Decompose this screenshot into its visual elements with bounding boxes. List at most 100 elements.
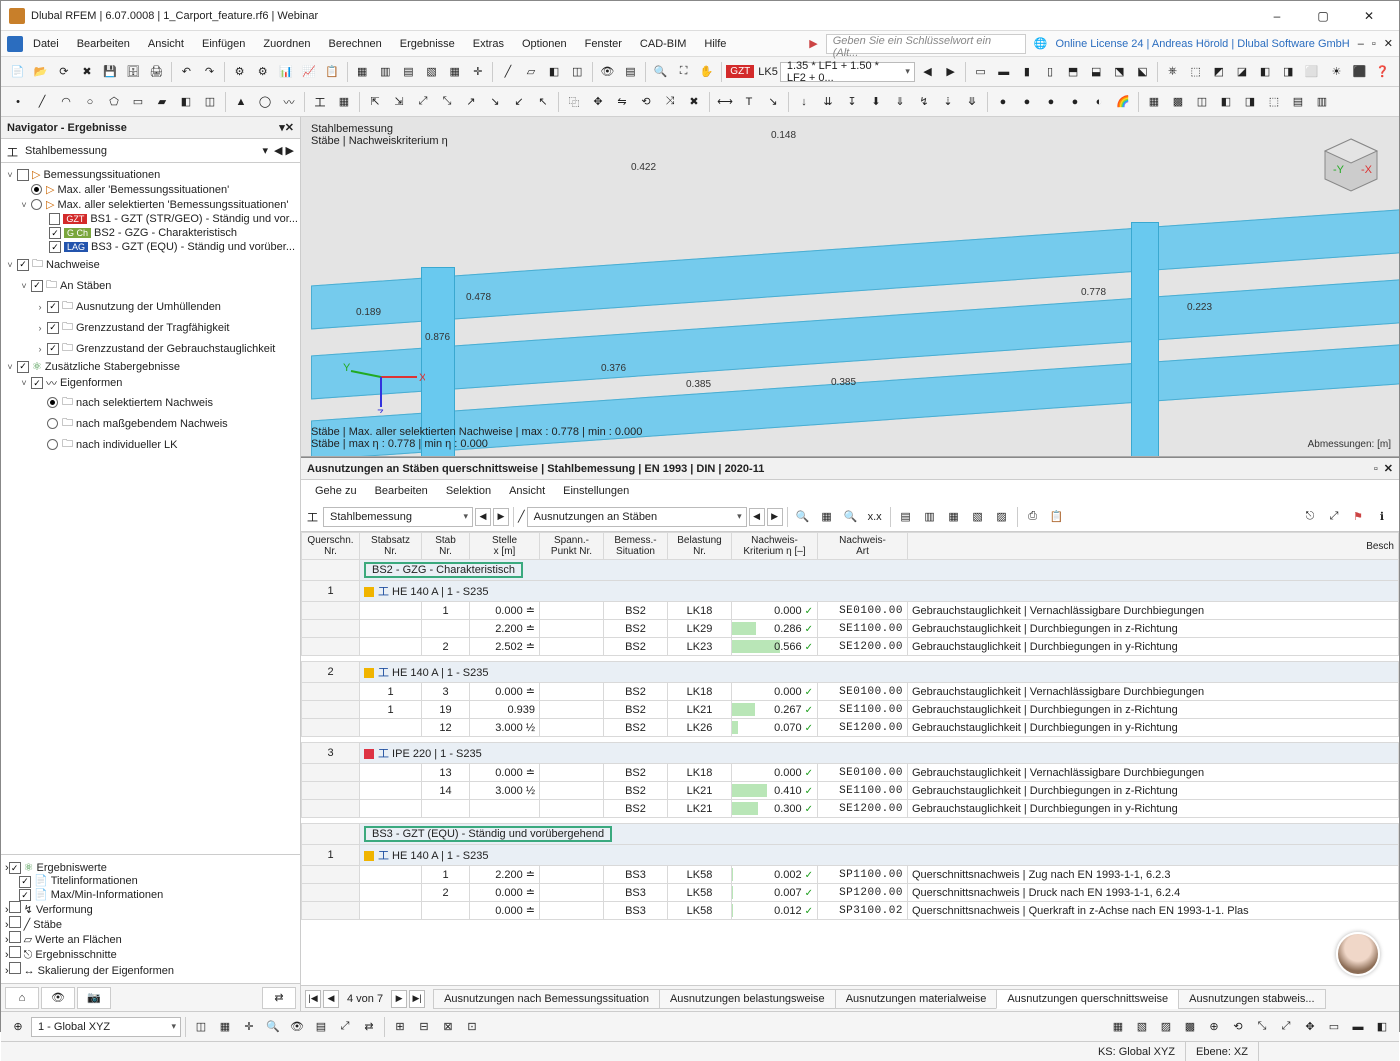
gradient-icon[interactable]: 🌈 [1112,91,1134,113]
rb5-icon[interactable]: ⬒ [1063,61,1084,83]
sb12-icon[interactable]: ⊡ [461,1016,483,1038]
zoom-fit-icon[interactable]: ⛶ [673,61,694,83]
sb4-icon[interactable]: 🔍 [262,1016,284,1038]
e1-icon[interactable]: ⇱ [364,91,386,113]
calc2-icon[interactable]: ⚙ [252,61,273,83]
sb1-icon[interactable]: ◫ [190,1016,212,1038]
hdr-belastung[interactable]: BelastungNr. [668,533,732,560]
m5-icon[interactable]: ◨ [1239,91,1261,113]
sb-end2-icon[interactable]: ▧ [1131,1016,1153,1038]
m1-icon[interactable]: ▦ [1143,91,1165,113]
m2-icon[interactable]: ▩ [1167,91,1189,113]
ext2-icon[interactable]: ⬚ [1185,61,1206,83]
table-row[interactable]: 2.200 ≐BS2LK290.286✓SE1100.00Gebrauchsta… [302,620,1399,638]
table-row[interactable]: 130.000 ≐BS2LK180.000✓SE0100.00Gebrauchs… [302,764,1399,782]
ttool8-icon[interactable]: ▧ [967,506,989,528]
new-icon[interactable]: 📄 [7,61,28,83]
circle-icon[interactable]: ○ [79,91,101,113]
menu-einfuegen[interactable]: Einfügen [194,35,253,53]
cs-icon[interactable]: ⊕ [7,1016,29,1038]
cube-icon[interactable]: ⬛ [1349,61,1370,83]
sb-end11-icon[interactable]: ▬ [1347,1016,1369,1038]
l3-icon[interactable]: ↧ [841,91,863,113]
app-menu-icon[interactable] [7,36,23,52]
hdr-besch[interactable]: Besch [908,533,1399,560]
table-design-combo[interactable]: Stahlbemessung [323,507,473,527]
maximize-button[interactable]: ▢ [1301,2,1345,30]
table-row[interactable]: 12.200 ≐BS3LK580.002✓SP1100.00Querschnit… [302,866,1399,884]
hdr-stabsatz[interactable]: StabsatzNr. [360,533,422,560]
reload-icon[interactable]: ⟳ [53,61,74,83]
mirror-icon[interactable]: ⇋ [611,91,633,113]
sb8-icon[interactable]: ⇄ [358,1016,380,1038]
table-row[interactable]: 2工 HE 140 A | 1 - S235 [302,662,1399,683]
grid-icon[interactable]: ▦ [444,61,465,83]
mdi-minimize-icon[interactable]: – [1358,38,1364,50]
table-row[interactable]: 123.000 ½BS2LK260.070✓SE1200.00Gebrauchs… [302,719,1399,737]
m7-icon[interactable]: ▤ [1287,91,1309,113]
view3-icon[interactable]: ▤ [398,61,419,83]
menu-zuordnen[interactable]: Zuordnen [255,35,318,53]
pg-next[interactable]: ▶ [391,990,407,1008]
layer-icon[interactable]: ▤ [620,61,641,83]
menu-ansicht[interactable]: Ansicht [140,35,192,53]
surf-icon[interactable]: ▰ [151,91,173,113]
ext4-icon[interactable]: ◪ [1231,61,1252,83]
table-row[interactable]: 10.000 ≐BS2LK180.000✓SE0100.00Gebrauchst… [302,602,1399,620]
rb4-icon[interactable]: ▯ [1039,61,1060,83]
node-icon[interactable]: • [7,91,29,113]
ttool11-icon[interactable]: 📋 [1046,506,1068,528]
next-lk-icon[interactable]: ▶ [940,61,961,83]
menu-cadbim[interactable]: CAD-BIM [632,35,694,53]
tc-prev[interactable]: ◀ [475,508,491,526]
e7-icon[interactable]: ↙ [508,91,530,113]
rb3-icon[interactable]: ▮ [1016,61,1037,83]
rot-icon[interactable]: ⟲ [635,91,657,113]
radio-max-all[interactable] [31,184,42,195]
redo-icon[interactable]: ↷ [199,61,220,83]
surface-icon[interactable]: ▱ [520,61,541,83]
table-row[interactable]: 143.000 ½BS2LK210.410✓SE1100.00Gebrauchs… [302,782,1399,800]
ttool7-icon[interactable]: ▦ [943,506,965,528]
tmenu-view[interactable]: Ansicht [501,482,553,500]
l1-icon[interactable]: ↓ [793,91,815,113]
tmenu-edit[interactable]: Bearbeiten [367,482,436,500]
menu-berechnen[interactable]: Berechnen [321,35,390,53]
save-all-icon[interactable]: 🗄 [123,61,144,83]
nav-tab-home[interactable]: ⌂ [5,987,39,1009]
l5-icon[interactable]: ⇓ [889,91,911,113]
arc-icon[interactable]: ◠ [55,91,77,113]
pan-icon[interactable]: ✋ [696,61,717,83]
hdr-bemess[interactable]: Bemess.-Situation [604,533,668,560]
print-icon[interactable]: 🖨 [146,61,167,83]
nav-close-icon[interactable]: ✕ [285,121,294,134]
report-icon[interactable]: 📋 [322,61,343,83]
table-row[interactable]: BS2LK210.300✓SE1200.00Gebrauchstauglichk… [302,800,1399,818]
tr-next[interactable]: ▶ [767,508,783,526]
table-row[interactable]: 3工 IPE 220 | 1 - S235 [302,743,1399,764]
l7-icon[interactable]: ⇣ [937,91,959,113]
e5-icon[interactable]: ↗ [460,91,482,113]
rb8-icon[interactable]: ⬕ [1132,61,1153,83]
table-row[interactable]: 0.000 ≐BS3LK580.012✓SP3100.02Querschnitt… [302,902,1399,920]
opening2-icon[interactable]: ◫ [199,91,221,113]
hinge-icon[interactable]: ◯ [254,91,276,113]
tr-prev[interactable]: ◀ [749,508,765,526]
view1-icon[interactable]: ▦ [352,61,373,83]
rb7-icon[interactable]: ⬔ [1109,61,1130,83]
text-icon[interactable]: T [738,91,760,113]
sb7-icon[interactable]: ⤢ [334,1016,356,1038]
m3-icon[interactable]: ◫ [1191,91,1213,113]
minimize-button[interactable]: – [1255,2,1299,30]
support-icon[interactable]: ▲ [230,91,252,113]
prev-lk-icon[interactable]: ◀ [917,61,938,83]
dim-icon[interactable]: ⟷ [714,91,736,113]
tmenu-sel[interactable]: Selektion [438,482,499,500]
tmenu-settings[interactable]: Einstellungen [555,482,637,500]
tab-querschnitt[interactable]: Ausnutzungen querschnittsweise [996,989,1179,1009]
nav-tab-options[interactable]: ⇄ [262,987,296,1009]
sb5-icon[interactable]: 👁 [286,1016,308,1038]
menu-extras[interactable]: Extras [465,35,512,53]
pg-first[interactable]: |◀ [305,990,321,1008]
calc-icon[interactable]: ⚙ [229,61,250,83]
